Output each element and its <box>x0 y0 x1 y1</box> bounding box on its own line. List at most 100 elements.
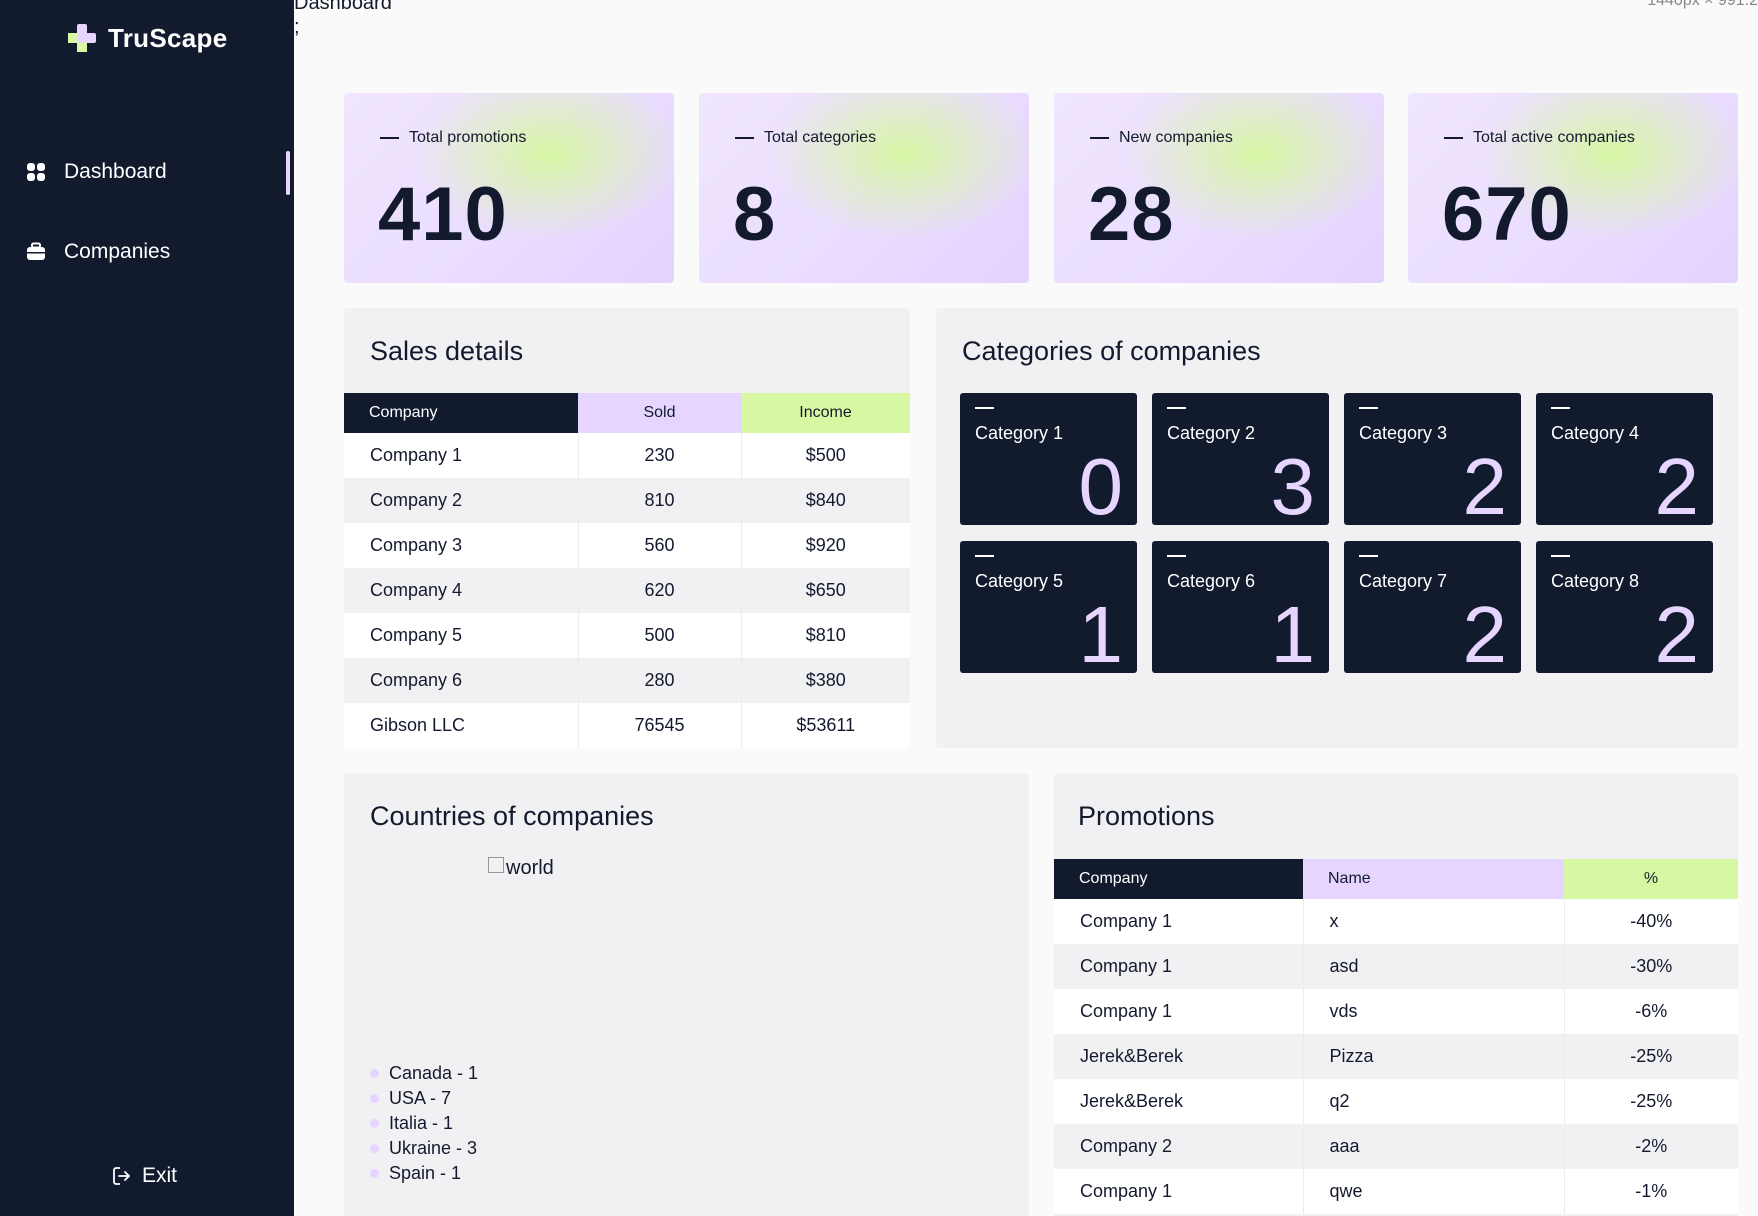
cell-name: q2 <box>1302 1079 1564 1124</box>
cell-percent: -30% <box>1563 944 1738 989</box>
category-tile[interactable]: Category 8 2 <box>1536 541 1713 679</box>
table-row: Company 1 asd -30% <box>1054 944 1738 989</box>
category-count: 2 <box>1462 442 1508 531</box>
stat-card-total-promotions: Total promotions 410 <box>344 93 674 283</box>
cell-income: $53611 <box>740 703 910 748</box>
category-tile[interactable]: Category 5 1 <box>960 541 1137 679</box>
cell-percent: -25% <box>1563 1034 1738 1079</box>
table-row: Company 1 qwe -1% <box>1054 1169 1738 1214</box>
sidebar-item-label: Companies <box>64 240 171 263</box>
cell-company: Company 1 <box>1054 1169 1303 1214</box>
column-header-name[interactable]: Name <box>1303 859 1564 899</box>
list-item: Spain - 1 <box>370 1161 478 1186</box>
list-item: Ukraine - 3 <box>370 1136 478 1161</box>
sidebar-item-dashboard[interactable]: Dashboard <box>26 160 167 184</box>
cell-company: Company 2 <box>344 478 578 523</box>
brand-logo[interactable]: TruScape <box>66 22 227 54</box>
cell-name: aaa <box>1302 1124 1564 1169</box>
column-header-company[interactable]: Company <box>1054 859 1303 899</box>
stat-label: New companies <box>1119 129 1233 146</box>
category-tile[interactable]: Category 3 2 <box>1344 393 1521 531</box>
stat-card-new-companies: New companies 28 <box>1054 93 1384 283</box>
cell-sold: 500 <box>577 613 741 658</box>
list-item: Italia - 1 <box>370 1111 478 1136</box>
stat-label: Total active companies <box>1473 129 1635 146</box>
cell-company: Gibson LLC <box>344 703 578 748</box>
category-count: 1 <box>1270 590 1316 679</box>
countries-panel: Countries of companies world Canada - 1 … <box>344 773 1029 1216</box>
stat-card-total-active-companies: Total active companies 670 <box>1408 93 1738 283</box>
column-header-percent[interactable]: % <box>1564 859 1738 899</box>
stat-value: 410 <box>378 172 508 257</box>
cell-name: x <box>1302 899 1564 944</box>
stat-label-row: New companies <box>1090 129 1233 147</box>
page-title: Dashboard <box>294 0 392 14</box>
cell-name: qwe <box>1302 1169 1564 1214</box>
category-tile[interactable]: Category 6 1 <box>1152 541 1329 679</box>
cell-income: $810 <box>740 613 910 658</box>
world-map-image: world <box>488 856 554 880</box>
country-label: Canada - 1 <box>389 1063 479 1083</box>
exit-button[interactable]: Exit <box>112 1164 177 1188</box>
cell-company: Company 4 <box>344 568 578 613</box>
cell-company: Company 6 <box>344 658 578 703</box>
dash-icon <box>1359 555 1378 557</box>
sales-table: Company Sold Income Company 1 230 $500 C… <box>344 393 910 748</box>
table-row: Gibson LLC 76545 $53611 <box>344 703 910 748</box>
country-list: Canada - 1 USA - 7 Italia - 1 Ukraine - … <box>370 1061 478 1186</box>
dash-icon <box>1167 407 1186 409</box>
cell-income: $650 <box>740 568 910 613</box>
country-label: USA - 7 <box>389 1088 452 1108</box>
category-tile[interactable]: Category 2 3 <box>1152 393 1329 531</box>
stat-label: Total categories <box>764 129 877 146</box>
column-header-company[interactable]: Company <box>344 393 578 433</box>
promotions-panel: Promotions Company Name % Company 1 x -4… <box>1054 773 1738 1216</box>
panel-title: Promotions <box>1078 801 1215 831</box>
category-name: Category 6 <box>1167 571 1256 591</box>
cell-percent: -40% <box>1563 899 1738 944</box>
table-row: Company 1 x -40% <box>1054 899 1738 944</box>
table-row: Jerek&Berek Pizza -25% <box>1054 1034 1738 1079</box>
table-row: Company 4 620 $650 <box>344 568 910 613</box>
cell-company: Company 2 <box>1054 1124 1303 1169</box>
category-name: Category 1 <box>975 423 1064 443</box>
sidebar-item-companies[interactable]: Companies <box>26 240 170 264</box>
sales-details-panel: Sales details Company Sold Income Compan… <box>344 308 910 748</box>
bullet-icon <box>370 1094 379 1103</box>
category-tile[interactable]: Category 4 2 <box>1536 393 1713 531</box>
country-label: Spain - 1 <box>389 1163 462 1183</box>
column-header-income[interactable]: Income <box>741 393 910 433</box>
dash-icon <box>1551 407 1570 409</box>
panel-title: Sales details <box>370 336 524 366</box>
stat-label-row: Total categories <box>735 129 876 147</box>
cell-company: Company 1 <box>344 433 578 478</box>
category-tile[interactable]: Category 7 2 <box>1344 541 1521 679</box>
country-label: Italia - 1 <box>389 1113 454 1133</box>
cell-name: asd <box>1302 944 1564 989</box>
category-name: Category 8 <box>1551 571 1640 591</box>
list-item: Canada - 1 <box>370 1061 478 1086</box>
dash-icon <box>1444 137 1463 139</box>
category-name: Category 3 <box>1359 423 1448 443</box>
category-tile[interactable]: Category 1 0 <box>960 393 1137 531</box>
category-name: Category 2 <box>1167 423 1256 443</box>
exit-label: Exit <box>142 1164 178 1187</box>
cell-income: $920 <box>740 523 910 568</box>
column-header-sold[interactable]: Sold <box>578 393 741 433</box>
panel-title: Categories of companies <box>962 336 1261 366</box>
active-nav-indicator <box>286 151 290 195</box>
category-count: 1 <box>1078 590 1124 679</box>
cell-sold: 230 <box>577 433 741 478</box>
table-header-row: Company Name % <box>1054 859 1738 899</box>
category-name: Category 7 <box>1359 571 1448 591</box>
cell-name: Pizza <box>1302 1034 1564 1079</box>
table-row: Company 2 aaa -2% <box>1054 1124 1738 1169</box>
stat-value: 670 <box>1442 172 1572 257</box>
bullet-icon <box>370 1119 379 1128</box>
category-count: 0 <box>1078 442 1124 531</box>
category-count: 3 <box>1270 442 1316 531</box>
sidebar: TruScape Dashboard Companies Exit <box>0 0 294 1216</box>
cell-sold: 810 <box>577 478 741 523</box>
category-name: Category 5 <box>975 571 1064 591</box>
stat-card-total-categories: Total categories 8 <box>699 93 1029 283</box>
